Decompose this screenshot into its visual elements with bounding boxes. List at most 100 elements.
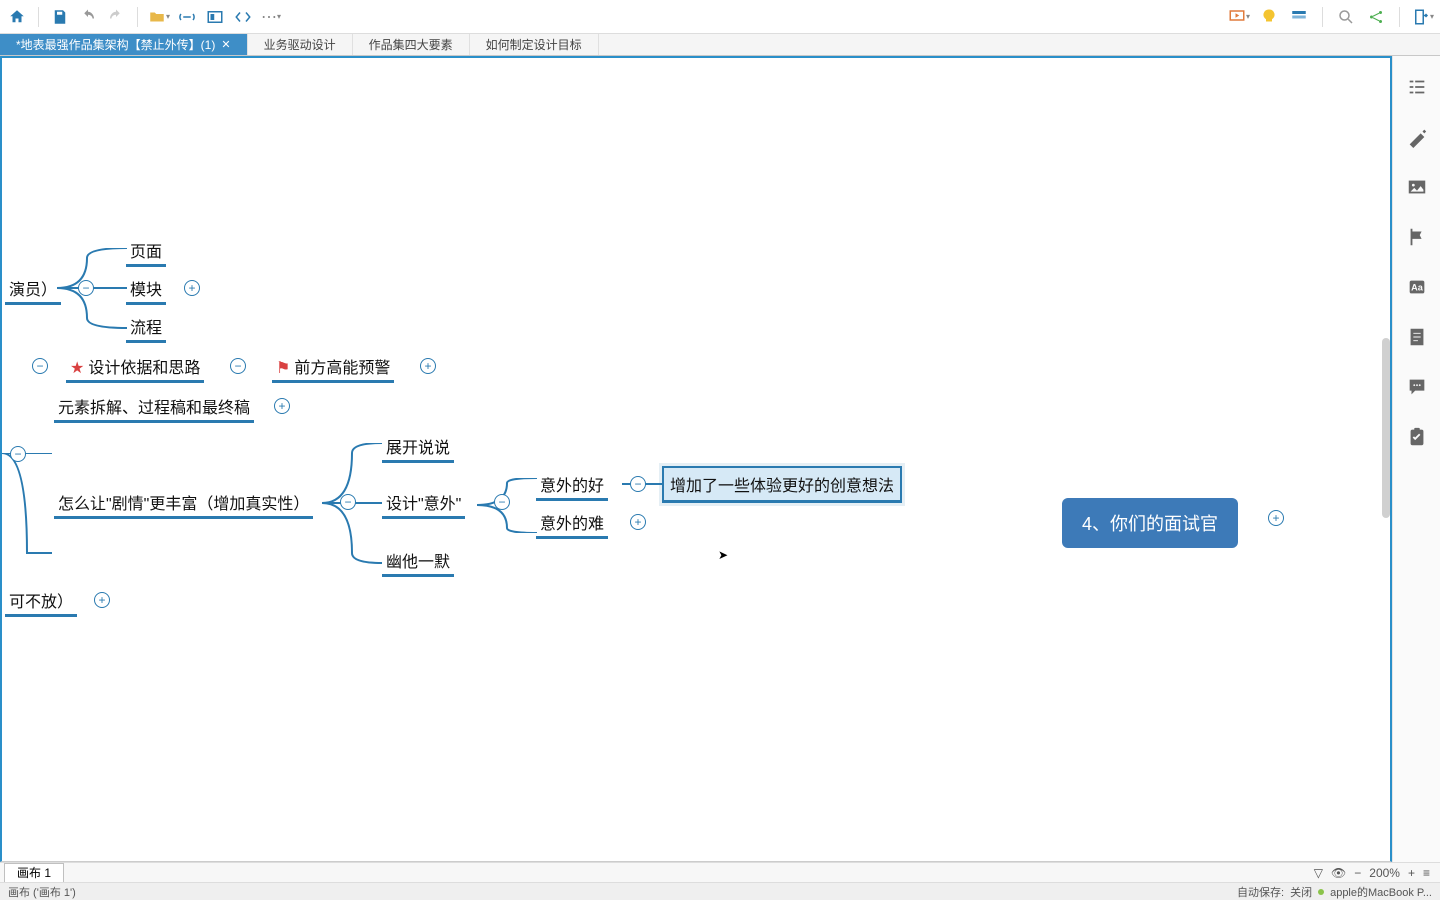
tab[interactable]: 业务驱动设计 <box>248 34 353 55</box>
separator <box>1322 7 1323 27</box>
tab-active[interactable]: *地表最强作品集架构【禁止外传】(1) ✕ <box>0 34 248 55</box>
node-warning[interactable]: ⚑前方高能预警 <box>272 354 394 383</box>
filter-icon[interactable]: ▽ <box>1314 866 1323 880</box>
node-ideas-selected[interactable]: 增加了一些体验更好的创意想法 <box>662 466 902 503</box>
code-icon[interactable] <box>232 6 254 28</box>
autosave-label: 自动保存: <box>1237 884 1284 900</box>
separator <box>1399 7 1400 27</box>
flag-icon[interactable] <box>1406 226 1428 248</box>
cursor-icon: ➤ <box>718 548 728 562</box>
node-richer[interactable]: 怎么让"剧情"更丰富（增加真实性） <box>54 490 313 519</box>
sheet-tab-label: 画布 1 <box>17 866 51 880</box>
share-icon[interactable] <box>1365 6 1387 28</box>
node-text: 幽他一默 <box>386 554 450 571</box>
layout-icon[interactable] <box>1288 6 1310 28</box>
view-icon[interactable] <box>204 6 226 28</box>
undo-icon[interactable] <box>77 6 99 28</box>
right-sidepanel: Aa <box>1392 56 1440 862</box>
collapse-toggle[interactable] <box>630 476 646 492</box>
save-icon[interactable] <box>49 6 71 28</box>
node-text: 可不放） <box>9 594 73 611</box>
tab[interactable]: 如何制定设计目标 <box>470 34 599 55</box>
collapse-toggle[interactable] <box>494 494 510 510</box>
expand-toggle[interactable] <box>630 514 646 530</box>
breadcrumb: 画布 ('画布 1') <box>8 884 76 900</box>
node-module[interactable]: 模块 <box>126 276 166 305</box>
node-text: 增加了一些体验更好的创意想法 <box>670 478 894 495</box>
link-icon[interactable] <box>176 6 198 28</box>
status-bar: 画布 ('画布 1') 自动保存: 关闭 apple的MacBook P... <box>0 882 1440 900</box>
autosave-state: 关闭 <box>1290 884 1312 900</box>
more-icon[interactable]: ⋯ ▾ <box>260 6 282 28</box>
idea-icon[interactable] <box>1258 6 1280 28</box>
style-icon[interactable] <box>1406 126 1428 148</box>
expand-toggle[interactable] <box>184 280 200 296</box>
node-actor[interactable]: 演员） <box>5 276 61 305</box>
comment-icon[interactable] <box>1406 376 1428 398</box>
star-icon: ★ <box>70 360 84 377</box>
svg-text:Aa: Aa <box>1411 283 1424 293</box>
node-text: 元素拆解、过程稿和最终稿 <box>58 400 250 417</box>
node-text: 演员） <box>9 282 57 299</box>
expand-toggle[interactable] <box>274 398 290 414</box>
tab-label: 如何制定设计目标 <box>486 38 582 52</box>
text-icon[interactable]: Aa <box>1406 276 1428 298</box>
node-page[interactable]: 页面 <box>126 238 166 267</box>
present-icon[interactable]: ▾ <box>1228 6 1250 28</box>
collapse-toggle[interactable] <box>78 280 94 296</box>
node-basis[interactable]: ★设计依据和思路 <box>66 354 204 383</box>
mindmap-canvas[interactable]: 演员） 页面 模块 流程 ★设计依据和思路 ⚑前方高能预警 元素拆解、过程稿和最… <box>0 56 1392 862</box>
node-process[interactable]: 流程 <box>126 314 166 343</box>
node-expand[interactable]: 展开说说 <box>382 434 454 463</box>
home-icon[interactable] <box>6 6 28 28</box>
document-tabstrip: *地表最强作品集架构【禁止外传】(1) ✕ 业务驱动设计 作品集四大要素 如何制… <box>0 34 1440 56</box>
menu-icon[interactable]: ≡ <box>1423 866 1430 880</box>
image-icon[interactable] <box>1406 176 1428 198</box>
note-icon[interactable] <box>1406 326 1428 348</box>
zoom-level[interactable]: 200% <box>1369 866 1400 880</box>
node-text: 展开说说 <box>386 440 450 457</box>
tab-label: 业务驱动设计 <box>264 38 336 52</box>
export-icon[interactable]: ▾ <box>1412 6 1434 28</box>
collapse-toggle[interactable] <box>32 358 48 374</box>
top-toolbar: ▾ ⋯ ▾ ▾ ▾ <box>0 0 1440 34</box>
outline-icon[interactable] <box>1406 76 1428 98</box>
collapse-toggle[interactable] <box>10 446 26 462</box>
tab[interactable]: 作品集四大要素 <box>353 34 470 55</box>
node-surprise[interactable]: 设计"意外" <box>382 490 465 519</box>
status-dot-icon <box>1318 889 1324 895</box>
node-hard[interactable]: 意外的难 <box>536 510 608 539</box>
collapse-toggle[interactable] <box>340 494 356 510</box>
eye-icon[interactable]: 👁 <box>1331 866 1346 880</box>
tab-label: *地表最强作品集架构【禁止外传】(1) <box>16 34 215 56</box>
node-text: 前方高能预警 <box>294 360 390 377</box>
zoom-out-icon[interactable]: − <box>1354 866 1361 880</box>
node-text: 意外的难 <box>540 516 604 533</box>
sheet-tabbar: 画布 1 ▽ 👁 − 200% + ≡ <box>0 862 1440 882</box>
node-good[interactable]: 意外的好 <box>536 472 608 501</box>
workspace: 演员） 页面 模块 流程 ★设计依据和思路 ⚑前方高能预警 元素拆解、过程稿和最… <box>0 56 1440 862</box>
sheet-tab[interactable]: 画布 1 <box>4 863 64 882</box>
node-text: 页面 <box>130 244 162 261</box>
node-text: 怎么让"剧情"更丰富（增加真实性） <box>58 496 309 513</box>
node-elements[interactable]: 元素拆解、过程稿和最终稿 <box>54 394 254 423</box>
expand-toggle[interactable] <box>94 592 110 608</box>
zoom-in-icon[interactable]: + <box>1408 866 1415 880</box>
expand-toggle[interactable] <box>420 358 436 374</box>
flag-icon: ⚑ <box>276 360 290 377</box>
task-icon[interactable] <box>1406 426 1428 448</box>
node-humor[interactable]: 幽他一默 <box>382 548 454 577</box>
vertical-scrollbar[interactable] <box>1382 338 1390 518</box>
search-icon[interactable] <box>1335 6 1357 28</box>
redo-icon[interactable] <box>105 6 127 28</box>
node-text: 意外的好 <box>540 478 604 495</box>
open-icon[interactable]: ▾ <box>148 6 170 28</box>
close-icon[interactable]: ✕ <box>221 34 230 56</box>
node-optional[interactable]: 可不放） <box>5 588 77 617</box>
expand-toggle[interactable] <box>1268 510 1284 526</box>
collapse-toggle[interactable] <box>230 358 246 374</box>
node-text: 4、你们的面试官 <box>1082 514 1218 534</box>
node-main-topic[interactable]: 4、你们的面试官 <box>1062 498 1238 548</box>
device-label: apple的MacBook P... <box>1330 884 1432 900</box>
node-text: 流程 <box>130 320 162 337</box>
